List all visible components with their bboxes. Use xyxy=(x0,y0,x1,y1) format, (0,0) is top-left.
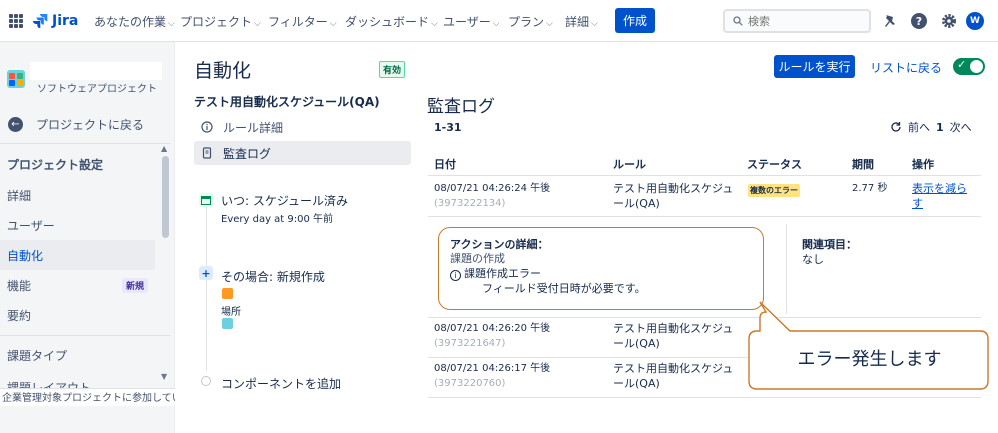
callout-text: エラー発生します xyxy=(797,349,942,370)
